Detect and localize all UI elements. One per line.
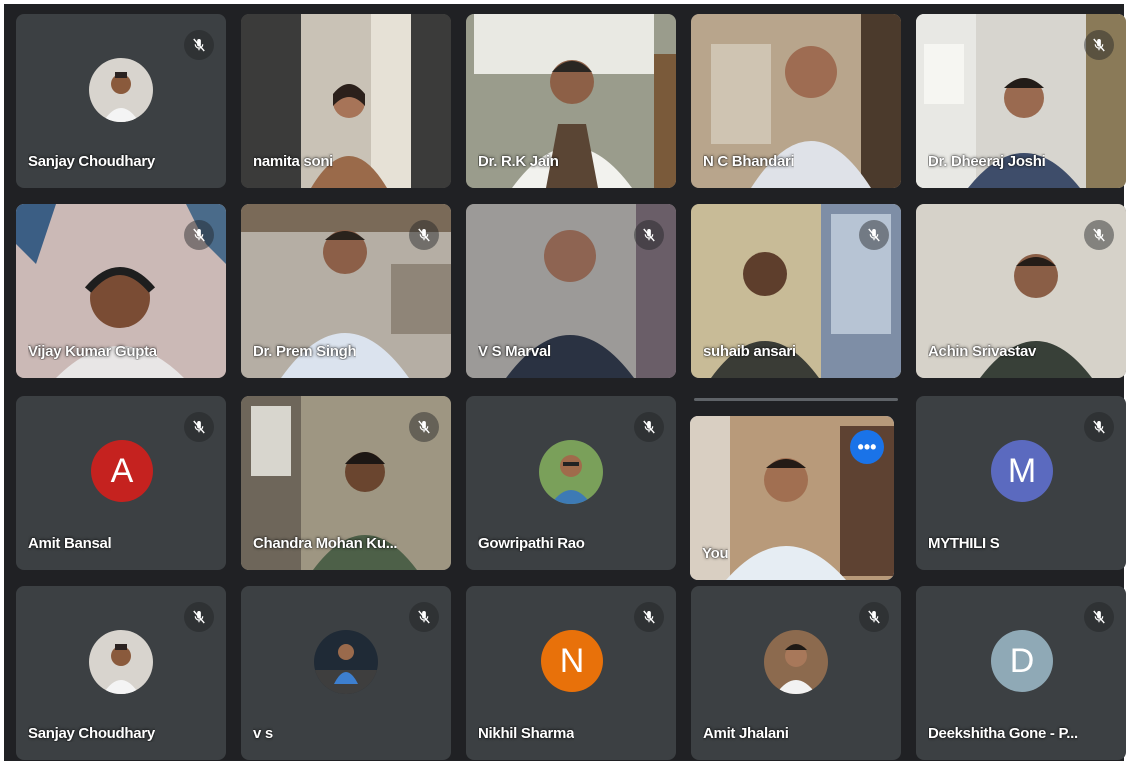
participant-name: Nikhil Sharma [478, 725, 575, 742]
participant-avatar: A [91, 440, 153, 502]
participant-name: Amit Jhalani [703, 725, 789, 742]
mic-off-icon [409, 412, 439, 442]
participant-name: MYTHILI S [928, 535, 1000, 552]
mic-off-icon [1084, 220, 1114, 250]
participant-name: Sanjay Choudhary [28, 153, 155, 170]
participant-name: Chandra Mohan Ku... [253, 535, 398, 552]
mic-off-icon [184, 412, 214, 442]
mic-off-icon [184, 30, 214, 60]
participant-tile[interactable]: Dr. Prem Singh [241, 204, 451, 378]
participant-name: Sanjay Choudhary [28, 725, 155, 742]
participant-name: Dr. R.K Jain [478, 153, 559, 170]
participant-tile[interactable]: Achin Srivastav [916, 204, 1126, 378]
participant-avatar [89, 58, 153, 122]
participant-name: Achin Srivastav [928, 343, 1037, 360]
participant-tile[interactable]: Dr. Dheeraj Joshi [916, 14, 1126, 188]
participant-tile[interactable]: Gowripathi Rao [466, 396, 676, 570]
participant-name: suhaib ansari [703, 343, 796, 360]
participant-name: V S Marval [478, 343, 551, 360]
participant-tile[interactable]: A Amit Bansal [16, 396, 226, 570]
participant-name: You [702, 545, 729, 562]
participant-name: N C Bhandari [703, 153, 795, 170]
participant-name: Dr. Prem Singh [253, 343, 357, 360]
mic-off-icon [409, 220, 439, 250]
participant-name: v s [253, 725, 273, 742]
mic-off-icon [184, 220, 214, 250]
participant-avatar: M [991, 440, 1053, 502]
participant-tile[interactable]: Sanjay Choudhary [16, 14, 226, 188]
participant-avatar [539, 440, 603, 504]
mic-off-icon [409, 602, 439, 632]
mic-off-icon [184, 602, 214, 632]
mic-off-icon [859, 220, 889, 250]
mic-off-icon [859, 602, 889, 632]
mic-off-icon [1084, 602, 1114, 632]
participant-name: Gowripathi Rao [478, 535, 585, 552]
participant-avatar [314, 630, 378, 694]
participant-tile[interactable]: M MYTHILI S [916, 396, 1126, 570]
participant-tile[interactable]: v s [241, 586, 451, 760]
pinned-indicator [694, 398, 898, 401]
participant-avatar: D [991, 630, 1053, 692]
mic-off-icon [1084, 412, 1114, 442]
participant-avatar: N [541, 630, 603, 692]
mic-off-icon [634, 412, 664, 442]
mic-off-icon [634, 602, 664, 632]
mic-off-icon [1084, 30, 1114, 60]
meeting-grid: Sanjay Choudhary namita soni Dr. R.K Jai… [4, 4, 1126, 761]
participant-tile[interactable]: Amit Jhalani [691, 586, 901, 760]
participant-tile[interactable]: Sanjay Choudhary [16, 586, 226, 760]
participant-tile[interactable]: Dr. R.K Jain [466, 14, 676, 188]
participant-name: namita soni [253, 153, 334, 170]
participant-name: Amit Bansal [28, 535, 112, 552]
participant-tile[interactable]: Chandra Mohan Ku... [241, 396, 451, 570]
self-view-tile[interactable]: You ••• [690, 416, 894, 580]
participant-name: Dr. Dheeraj Joshi [928, 153, 1046, 170]
participant-name: Vijay Kumar Gupta [28, 343, 157, 360]
participant-tile[interactable]: Vijay Kumar Gupta [16, 204, 226, 378]
participant-name: Deekshitha Gone - P... [928, 725, 1078, 742]
participant-avatar [89, 630, 153, 694]
participant-tile[interactable]: suhaib ansari [691, 204, 901, 378]
participant-tile[interactable]: V S Marval [466, 204, 676, 378]
mic-off-icon [634, 220, 664, 250]
more-horiz-icon[interactable]: ••• [850, 430, 884, 464]
participant-tile[interactable]: namita soni [241, 14, 451, 188]
participant-tile[interactable]: N C Bhandari [691, 14, 901, 188]
participant-tile[interactable]: N Nikhil Sharma [466, 586, 676, 760]
participant-tile[interactable]: D Deekshitha Gone - P... [916, 586, 1126, 760]
participant-avatar [764, 630, 828, 694]
